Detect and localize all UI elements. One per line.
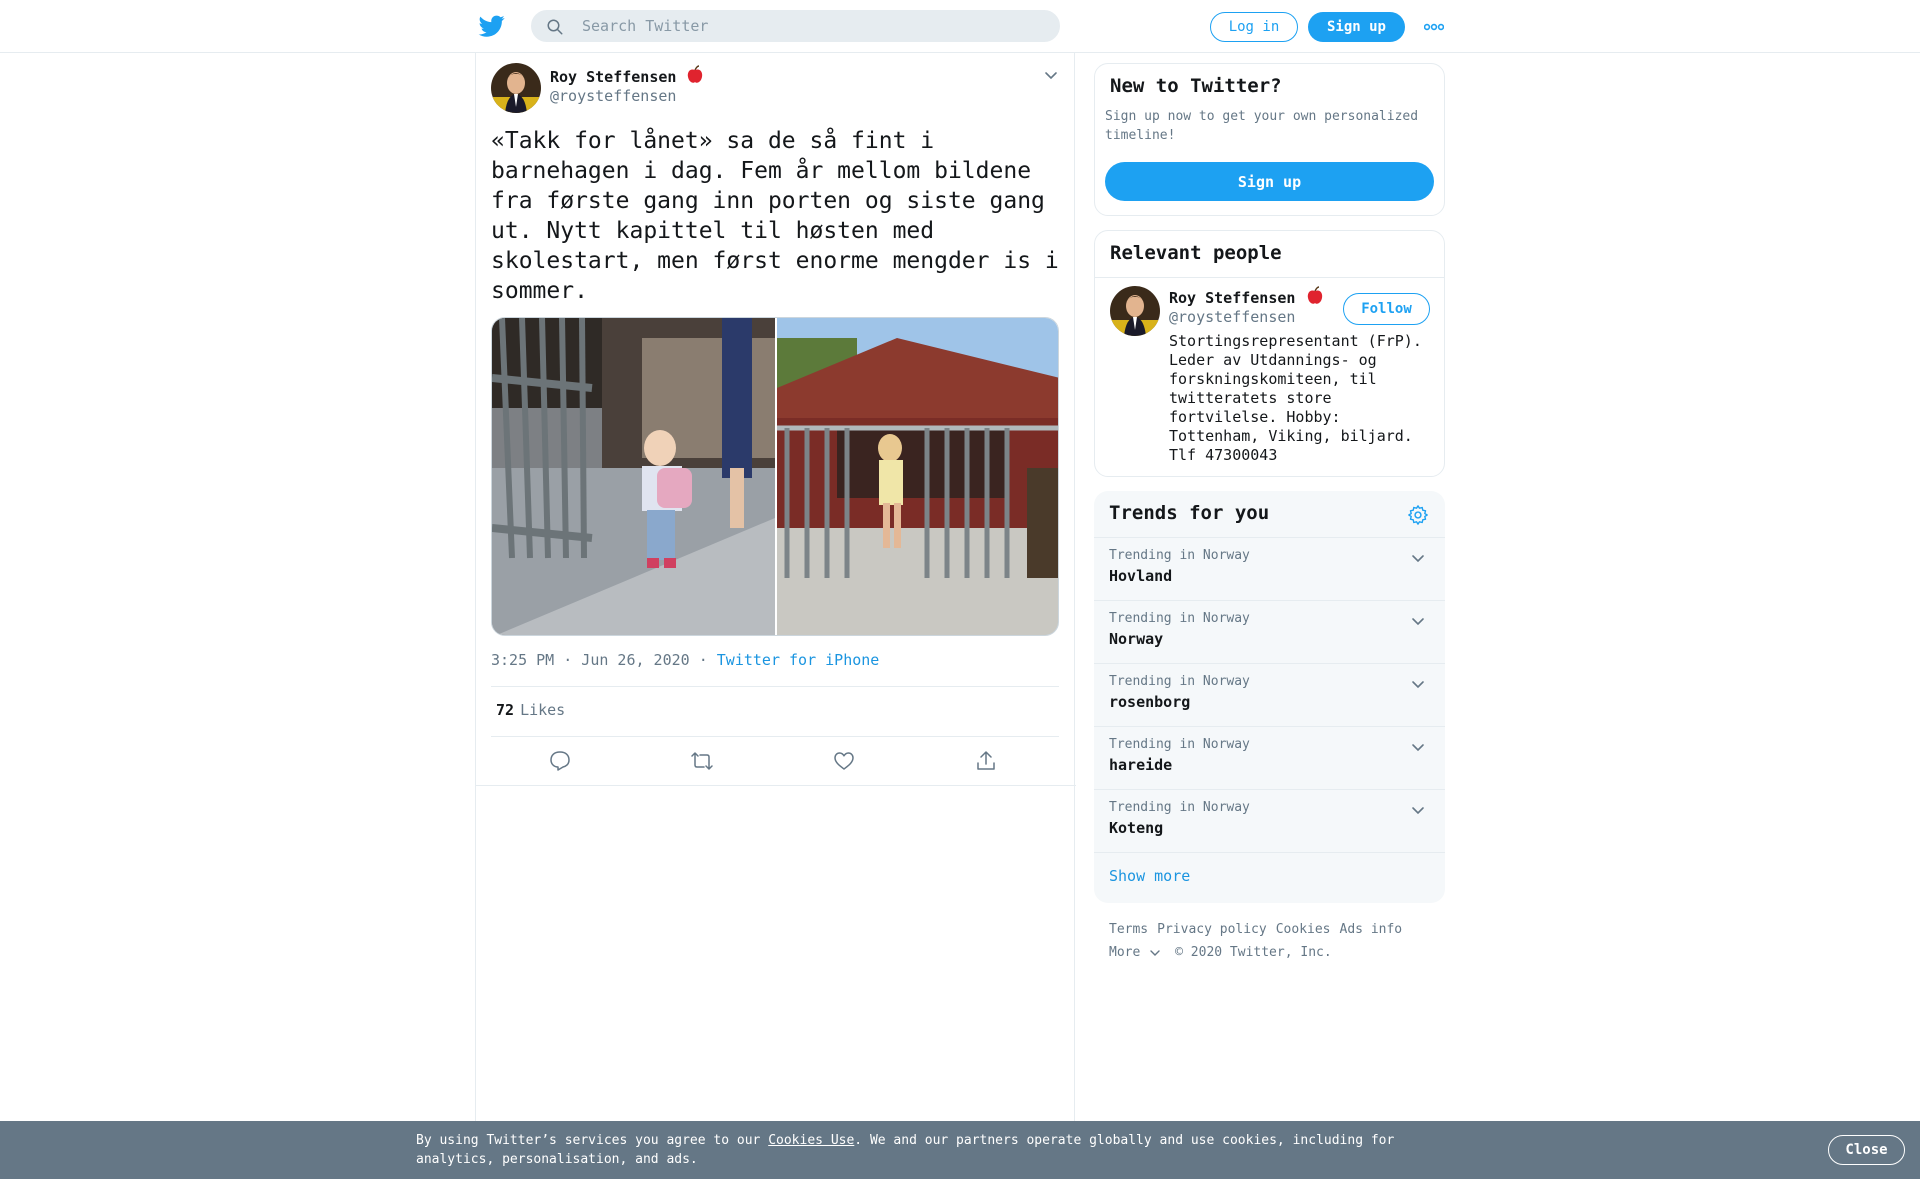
- search-box[interactable]: [531, 10, 1060, 42]
- cookie-banner: By using Twitter’s services you agree to…: [0, 1121, 1920, 1179]
- tweet-source-link[interactable]: Twitter for iPhone: [717, 651, 880, 669]
- meta-separator: ·: [689, 651, 717, 669]
- chevron-down-icon[interactable]: [1410, 550, 1426, 566]
- relevant-people-card: Relevant people Roy Steffensen @roysteff…: [1094, 230, 1445, 477]
- trend-name: Hovland: [1109, 567, 1173, 585]
- avatar[interactable]: [491, 63, 541, 113]
- signup-button[interactable]: Sign up: [1105, 162, 1434, 201]
- search-icon: [547, 19, 563, 35]
- like-icon[interactable]: [832, 749, 856, 773]
- search-input[interactable]: [582, 11, 1042, 41]
- tweet-timestamp[interactable]: 3:25 PM · Jun 26, 2020: [491, 651, 690, 669]
- divider: [491, 736, 1059, 737]
- card-description: Sign up now to get your own personalized…: [1105, 109, 1419, 143]
- cookies-use-link[interactable]: Cookies Use: [768, 1133, 854, 1148]
- apple-icon: [687, 65, 703, 83]
- signup-button[interactable]: Sign up: [1308, 12, 1405, 42]
- author-name[interactable]: Roy Steffensen: [550, 68, 676, 86]
- footer-link-terms[interactable]: Terms: [1109, 922, 1148, 937]
- trend-name: rosenborg: [1109, 693, 1191, 711]
- card-title: New to Twitter?: [1110, 75, 1282, 97]
- card-title: Trends for you: [1109, 502, 1270, 524]
- trend-name: Norway: [1109, 630, 1164, 648]
- chevron-down-icon[interactable]: [1410, 739, 1426, 755]
- avatar-image: [1110, 286, 1160, 336]
- trend-context: Trending in Norway: [1109, 548, 1250, 563]
- cookie-text: By using Twitter’s services you agree to…: [416, 1131, 1426, 1169]
- likes-number: 72: [496, 701, 515, 719]
- trend-context: Trending in Norway: [1109, 800, 1250, 815]
- reply-icon[interactable]: [548, 749, 572, 773]
- tweet-photo-2[interactable]: [777, 318, 1059, 636]
- trend-item[interactable]: Trending in Norway Koteng: [1094, 789, 1445, 852]
- trend-item[interactable]: Trending in Norway Norway: [1094, 600, 1445, 663]
- card-title: Relevant people: [1110, 242, 1282, 264]
- close-button[interactable]: Close: [1828, 1135, 1905, 1165]
- person-handle[interactable]: @roysteffensen: [1169, 308, 1295, 326]
- cookie-text-before: By using Twitter’s services you agree to…: [416, 1133, 769, 1148]
- chevron-down-icon[interactable]: [1410, 676, 1426, 692]
- chevron-down-icon[interactable]: [1410, 802, 1426, 818]
- likes-count[interactable]: 72 Likes: [496, 701, 565, 719]
- trends-card: Trends for you Trending in Norway Hovlan…: [1094, 491, 1445, 903]
- trend-context: Trending in Norway: [1109, 674, 1250, 689]
- footer-link-ads-info[interactable]: Ads info: [1340, 922, 1403, 937]
- tweet-media[interactable]: [491, 317, 1059, 636]
- avatar-image: [491, 63, 541, 113]
- apple-icon: [1307, 286, 1323, 304]
- author-handle[interactable]: @roysteffensen: [550, 87, 676, 105]
- person-name[interactable]: Roy Steffensen: [1169, 289, 1295, 307]
- divider: [1094, 852, 1445, 853]
- tweet-column: Roy Steffensen @roysteffensen «Takk for …: [475, 53, 1076, 1179]
- tweet-text: «Takk for lånet» sa de så fint i barneha…: [491, 128, 1059, 304]
- top-header: Log in Sign up: [0, 0, 1920, 53]
- chevron-down-icon: [1150, 949, 1161, 956]
- trend-context: Trending in Norway: [1109, 737, 1250, 752]
- trend-item[interactable]: Trending in Norway rosenborg: [1094, 663, 1445, 726]
- likes-label: Likes: [520, 701, 566, 719]
- footer-more-label: More: [1109, 945, 1141, 960]
- trend-item[interactable]: Trending in Norway hareide: [1094, 726, 1445, 789]
- chevron-down-icon[interactable]: [1410, 613, 1426, 629]
- tweet-photo-1[interactable]: [492, 318, 775, 636]
- login-button[interactable]: Log in: [1210, 12, 1298, 42]
- trend-context: Trending in Norway: [1109, 611, 1250, 626]
- new-to-twitter-card: New to Twitter? Sign up now to get your …: [1094, 63, 1445, 216]
- show-more-link[interactable]: Show more: [1109, 867, 1190, 885]
- tweet-meta: 3:25 PM · Jun 26, 2020 · Twitter for iPh…: [491, 651, 879, 669]
- twitter-bird-icon[interactable]: [478, 13, 506, 39]
- person-bio: Stortingsrepresentant (FrP). Leder av Ut…: [1169, 332, 1422, 464]
- copyright: © 2020 Twitter, Inc.: [1175, 945, 1332, 960]
- chevron-down-icon[interactable]: [1043, 67, 1059, 83]
- retweet-icon[interactable]: [690, 749, 714, 773]
- divider: [476, 785, 1076, 786]
- share-icon[interactable]: [974, 749, 998, 773]
- footer-link-privacy[interactable]: Privacy policy: [1157, 922, 1267, 937]
- trend-item[interactable]: Trending in Norway Hovland: [1094, 537, 1445, 600]
- divider: [1095, 277, 1444, 278]
- tweet-actions: [476, 749, 1076, 789]
- divider: [491, 686, 1059, 687]
- avatar[interactable]: [1110, 286, 1160, 336]
- footer-more[interactable]: More: [1109, 945, 1161, 960]
- trend-name: hareide: [1109, 756, 1173, 774]
- trend-name: Koteng: [1109, 819, 1164, 837]
- follow-button[interactable]: Follow: [1343, 293, 1430, 325]
- footer-links: Terms Privacy policy Cookies Ads info More …: [1109, 918, 1439, 964]
- gear-icon[interactable]: [1407, 504, 1429, 526]
- more-dots-icon[interactable]: [1424, 20, 1444, 34]
- footer-link-cookies[interactable]: Cookies: [1276, 922, 1331, 937]
